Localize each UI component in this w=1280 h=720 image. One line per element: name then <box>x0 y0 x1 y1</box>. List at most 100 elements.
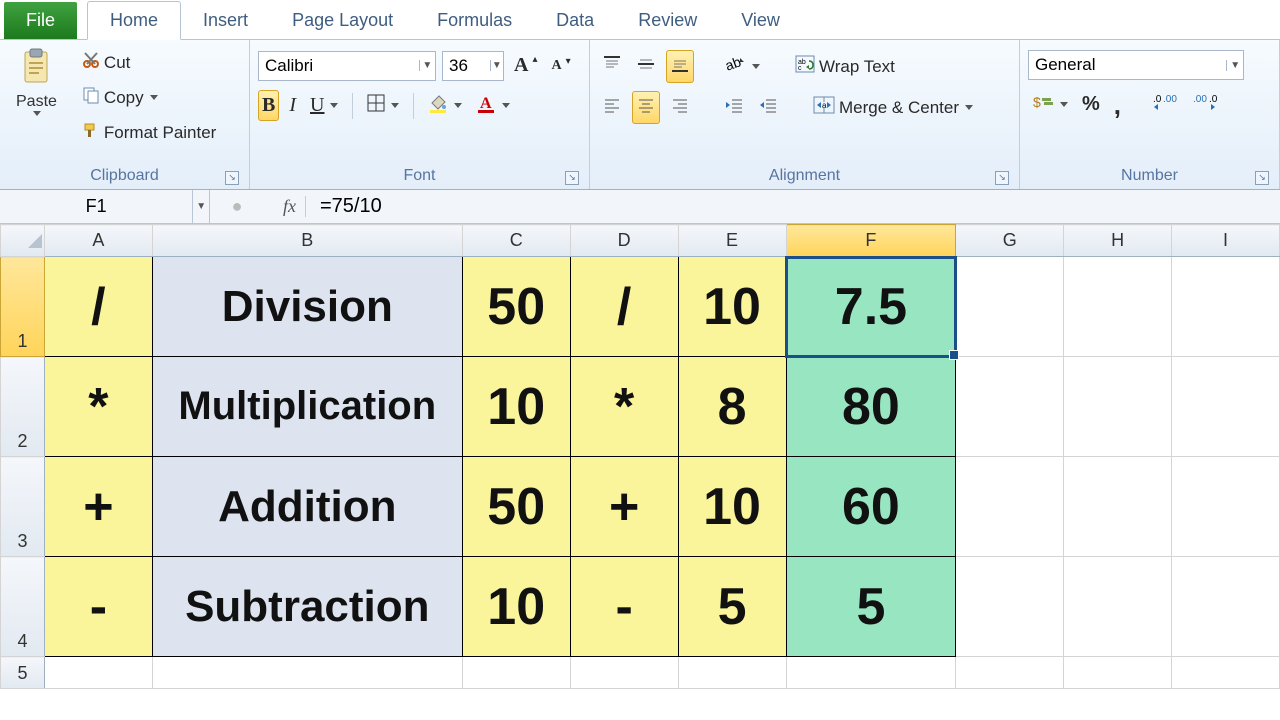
orientation-button[interactable]: ab <box>720 50 764 83</box>
shrink-font-button[interactable]: A▾ <box>547 54 574 78</box>
chevron-down-icon[interactable]: ▼ <box>1226 60 1243 71</box>
cell-H3[interactable] <box>1064 457 1172 557</box>
currency-button[interactable]: $ <box>1028 88 1072 121</box>
cell-F2[interactable]: 80 <box>786 357 956 457</box>
cell-H5[interactable] <box>1064 657 1172 689</box>
cell-C2[interactable]: 10 <box>462 357 570 457</box>
row-header-5[interactable]: 5 <box>1 657 45 689</box>
number-format-combo[interactable]: ▼ <box>1028 50 1244 80</box>
paste-button[interactable]: Paste <box>8 44 65 120</box>
tab-file[interactable]: File <box>4 2 77 39</box>
align-top-button[interactable] <box>598 50 626 83</box>
dialog-launcher-icon[interactable]: ↘ <box>995 171 1009 185</box>
col-header-I[interactable]: I <box>1172 225 1280 257</box>
chevron-down-icon[interactable]: ▼ <box>419 60 435 71</box>
italic-button[interactable]: I <box>285 90 300 121</box>
dialog-launcher-icon[interactable]: ↘ <box>225 171 239 185</box>
cell-F5[interactable] <box>786 657 956 689</box>
cell-A3[interactable]: + <box>44 457 152 557</box>
tab-review[interactable]: Review <box>616 2 719 39</box>
font-color-button[interactable]: A <box>472 89 514 122</box>
format-painter-button[interactable]: Format Painter <box>77 118 221 147</box>
align-middle-button[interactable] <box>632 50 660 83</box>
cell-A5[interactable] <box>44 657 152 689</box>
cell-A2[interactable]: * <box>44 357 152 457</box>
cell-D2[interactable]: * <box>570 357 678 457</box>
cell-E1[interactable]: 10 <box>678 257 786 357</box>
dialog-launcher-icon[interactable]: ↘ <box>1255 171 1269 185</box>
col-header-H[interactable]: H <box>1064 225 1172 257</box>
increase-indent-button[interactable] <box>754 91 782 124</box>
tab-home[interactable]: Home <box>87 1 181 40</box>
cell-A4[interactable]: - <box>44 557 152 657</box>
tab-view[interactable]: View <box>719 2 802 39</box>
formula-input[interactable] <box>312 195 1280 218</box>
align-bottom-button[interactable] <box>666 50 694 83</box>
fill-color-button[interactable] <box>424 89 466 122</box>
decrease-indent-button[interactable] <box>720 91 748 124</box>
cell-I3[interactable] <box>1172 457 1280 557</box>
cell-H4[interactable] <box>1064 557 1172 657</box>
comma-button[interactable]: , <box>1110 96 1125 114</box>
cell-B3[interactable]: Addition <box>152 457 462 557</box>
spreadsheet-grid[interactable]: A B C D E F G H I 1 / Division 50 / 10 7… <box>0 224 1280 689</box>
col-header-D[interactable]: D <box>570 225 678 257</box>
col-header-E[interactable]: E <box>678 225 786 257</box>
cell-E2[interactable]: 8 <box>678 357 786 457</box>
tab-formulas[interactable]: Formulas <box>415 2 534 39</box>
bold-button[interactable]: B <box>258 90 279 121</box>
cell-G5[interactable] <box>956 657 1064 689</box>
cell-D1[interactable]: / <box>570 257 678 357</box>
dialog-launcher-icon[interactable]: ↘ <box>565 171 579 185</box>
align-right-button[interactable] <box>666 91 694 124</box>
font-name-combo[interactable]: ▼ <box>258 51 436 81</box>
select-all-corner[interactable] <box>1 225 45 257</box>
tab-insert[interactable]: Insert <box>181 2 270 39</box>
number-format-input[interactable] <box>1029 55 1226 75</box>
percent-button[interactable]: % <box>1078 89 1104 120</box>
cell-E5[interactable] <box>678 657 786 689</box>
cell-I2[interactable] <box>1172 357 1280 457</box>
chevron-down-icon[interactable]: ▼ <box>490 60 503 71</box>
align-center-button[interactable] <box>632 91 660 124</box>
col-header-A[interactable]: A <box>44 225 152 257</box>
row-header-3[interactable]: 3 <box>1 457 45 557</box>
cell-C3[interactable]: 50 <box>462 457 570 557</box>
col-header-G[interactable]: G <box>956 225 1064 257</box>
cell-G4[interactable] <box>956 557 1064 657</box>
underline-button[interactable]: U <box>306 90 342 121</box>
cell-F3[interactable]: 60 <box>786 457 956 557</box>
cell-D3[interactable]: + <box>570 457 678 557</box>
cell-F1[interactable]: 7.5 <box>786 257 956 357</box>
cell-B4[interactable]: Subtraction <box>152 557 462 657</box>
cell-B2[interactable]: Multiplication <box>152 357 462 457</box>
chevron-down-icon[interactable]: ▼ <box>192 190 209 223</box>
increase-decimal-button[interactable]: .0.00 <box>1149 88 1183 121</box>
fx-icon[interactable]: fx <box>280 196 306 217</box>
row-header-1[interactable]: 1 <box>1 257 45 357</box>
cell-B5[interactable] <box>152 657 462 689</box>
tab-page-layout[interactable]: Page Layout <box>270 2 415 39</box>
cell-C4[interactable]: 10 <box>462 557 570 657</box>
cut-button[interactable]: Cut <box>77 48 221 77</box>
cell-F4[interactable]: 5 <box>786 557 956 657</box>
cell-E4[interactable]: 5 <box>678 557 786 657</box>
borders-button[interactable] <box>363 90 403 121</box>
cell-D5[interactable] <box>570 657 678 689</box>
col-header-F[interactable]: F <box>786 225 956 257</box>
row-header-2[interactable]: 2 <box>1 357 45 457</box>
align-left-button[interactable] <box>598 91 626 124</box>
cell-C1[interactable]: 50 <box>462 257 570 357</box>
cell-G2[interactable] <box>956 357 1064 457</box>
cell-C5[interactable] <box>462 657 570 689</box>
cell-I4[interactable] <box>1172 557 1280 657</box>
cell-E3[interactable]: 10 <box>678 457 786 557</box>
tab-data[interactable]: Data <box>534 2 616 39</box>
row-header-4[interactable]: 4 <box>1 557 45 657</box>
wrap-text-button[interactable]: abc Wrap Text <box>790 52 900 81</box>
font-size-input[interactable] <box>443 56 490 76</box>
cell-I5[interactable] <box>1172 657 1280 689</box>
cell-H1[interactable] <box>1064 257 1172 357</box>
cell-I1[interactable] <box>1172 257 1280 357</box>
merge-center-button[interactable]: a Merge & Center <box>808 93 978 122</box>
